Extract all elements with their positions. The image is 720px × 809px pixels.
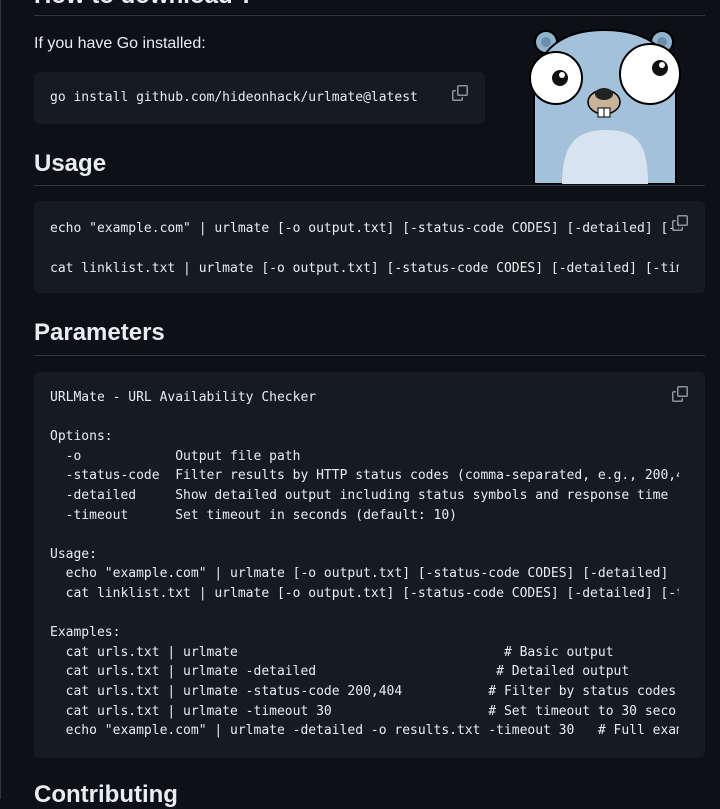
usage-heading: Usage <box>34 150 107 177</box>
parameters-heading: Parameters <box>34 319 165 346</box>
download-heading: How to download ? <box>34 0 254 10</box>
usage-code-line-2[interactable]: cat linklist.txt | urlmate [-o output.tx… <box>50 259 679 279</box>
parameters-code-line[interactable]: Examples: <box>50 623 120 643</box>
parameters-code-line[interactable]: Usage: <box>50 545 97 565</box>
parameters-code-lines[interactable]: URLMate - URL Availability Checker Option… <box>50 388 679 756</box>
parameters-code-line[interactable]: cat urls.txt | urlmate -status-code 200,… <box>50 682 677 702</box>
copy-icon[interactable] <box>672 215 690 233</box>
install-code-block[interactable]: go install github.com/hideonhack/urlmate… <box>34 72 485 124</box>
gopher-mascot-image <box>526 22 686 185</box>
parameters-code-line[interactable]: cat urls.txt | urlmate # Basic output <box>50 643 614 663</box>
copy-icon[interactable] <box>452 85 470 103</box>
copy-icon[interactable] <box>672 386 690 404</box>
install-command[interactable]: go install github.com/hideonhack/urlmate… <box>50 90 418 105</box>
parameters-heading-divider <box>34 355 705 356</box>
parameters-code-line[interactable]: cat urls.txt | urlmate -detailed # Detai… <box>50 662 630 682</box>
parameters-code-line[interactable]: -detailed Show detailed output including… <box>50 486 669 506</box>
contributing-heading: Contributing <box>34 781 178 808</box>
parameters-code-block[interactable]: URLMate - URL Availability Checker Option… <box>34 372 705 758</box>
usage-code-line-1[interactable]: echo "example.com" | urlmate [-o output.… <box>50 219 679 239</box>
parameters-code-line[interactable]: URLMate - URL Availability Checker <box>50 388 316 408</box>
parameters-code-line[interactable]: -timeout Set timeout in seconds (default… <box>50 506 457 526</box>
content-left-border <box>0 0 1 799</box>
usage-code-block[interactable]: echo "example.com" | urlmate [-o output.… <box>34 201 705 293</box>
parameters-code-line[interactable]: Options: <box>50 427 113 447</box>
parameters-code-line[interactable]: echo "example.com" | urlmate -detailed -… <box>50 721 679 741</box>
parameters-code-line[interactable]: cat urls.txt | urlmate -timeout 30 # Set… <box>50 702 677 722</box>
parameters-code-line[interactable]: -status-code Filter results by HTTP stat… <box>50 466 679 486</box>
download-heading-divider <box>34 15 705 16</box>
download-intro-text: If you have Go installed: <box>34 35 206 52</box>
parameters-code-line[interactable]: -o Output file path <box>50 447 301 467</box>
parameters-code-line[interactable]: echo "example.com" | urlmate [-o output.… <box>50 564 679 584</box>
parameters-code-line[interactable]: cat linklist.txt | urlmate [-o output.tx… <box>50 584 679 604</box>
usage-heading-divider <box>34 185 705 186</box>
